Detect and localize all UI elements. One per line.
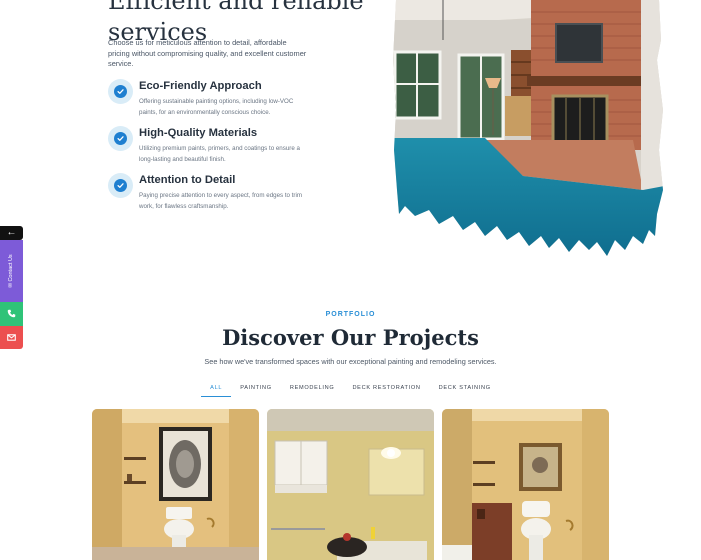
- tab-painting[interactable]: PAINTING: [231, 383, 281, 397]
- project-card[interactable]: [442, 409, 609, 560]
- room-fireplace-photo: [393, 0, 664, 258]
- side-toggle-button[interactable]: ←: [0, 226, 23, 240]
- project-card[interactable]: [92, 409, 259, 560]
- feature-high-quality: High-Quality Materials Utilizing premium…: [108, 126, 338, 168]
- feature-eco-friendly: Eco-Friendly Approach Offering sustainab…: [108, 79, 338, 121]
- feature-title: High-Quality Materials: [139, 127, 258, 139]
- feature-text: Utilizing premium paints, primers, and c…: [139, 145, 300, 163]
- feature-text: Paying precise attention to every aspect…: [139, 192, 303, 210]
- portfolio-subtitle: See how we've transformed spaces with ou…: [204, 357, 497, 366]
- check-circle-icon: [108, 173, 133, 198]
- contact-us-button[interactable]: ✉ Contact Us: [0, 240, 23, 302]
- tab-remodeling[interactable]: REMODELING: [281, 383, 344, 397]
- services-description: Choose us for meticulous attention to de…: [108, 38, 307, 69]
- portfolio-grid: [92, 409, 609, 560]
- portfolio-eyebrow: PORTFOLIO: [325, 311, 376, 318]
- tab-all[interactable]: ALL: [201, 383, 232, 397]
- feature-attention-detail: Attention to Detail Paying precise atten…: [108, 173, 338, 215]
- feature-title: Eco-Friendly Approach: [139, 80, 262, 92]
- project-photo: [442, 409, 609, 560]
- project-photo: [267, 409, 434, 560]
- check-circle-icon: [108, 79, 133, 104]
- tab-deck-staining[interactable]: DECK STAINING: [430, 383, 500, 397]
- project-photo: [92, 409, 259, 560]
- feature-text: Offering sustainable painting options, i…: [139, 98, 294, 116]
- portfolio-title: Discover Our Projects: [222, 325, 479, 350]
- check-circle-icon: [108, 126, 133, 151]
- tab-deck-restoration[interactable]: DECK RESTORATION: [343, 383, 429, 397]
- feature-title: Attention to Detail: [139, 174, 236, 186]
- project-card[interactable]: [267, 409, 434, 560]
- portfolio-filter-tabs: ALL PAINTING REMODELING DECK RESTORATION…: [0, 383, 701, 397]
- arrow-left-icon: ←: [6, 227, 17, 238]
- contact-us-label: ✉ Contact Us: [8, 254, 14, 288]
